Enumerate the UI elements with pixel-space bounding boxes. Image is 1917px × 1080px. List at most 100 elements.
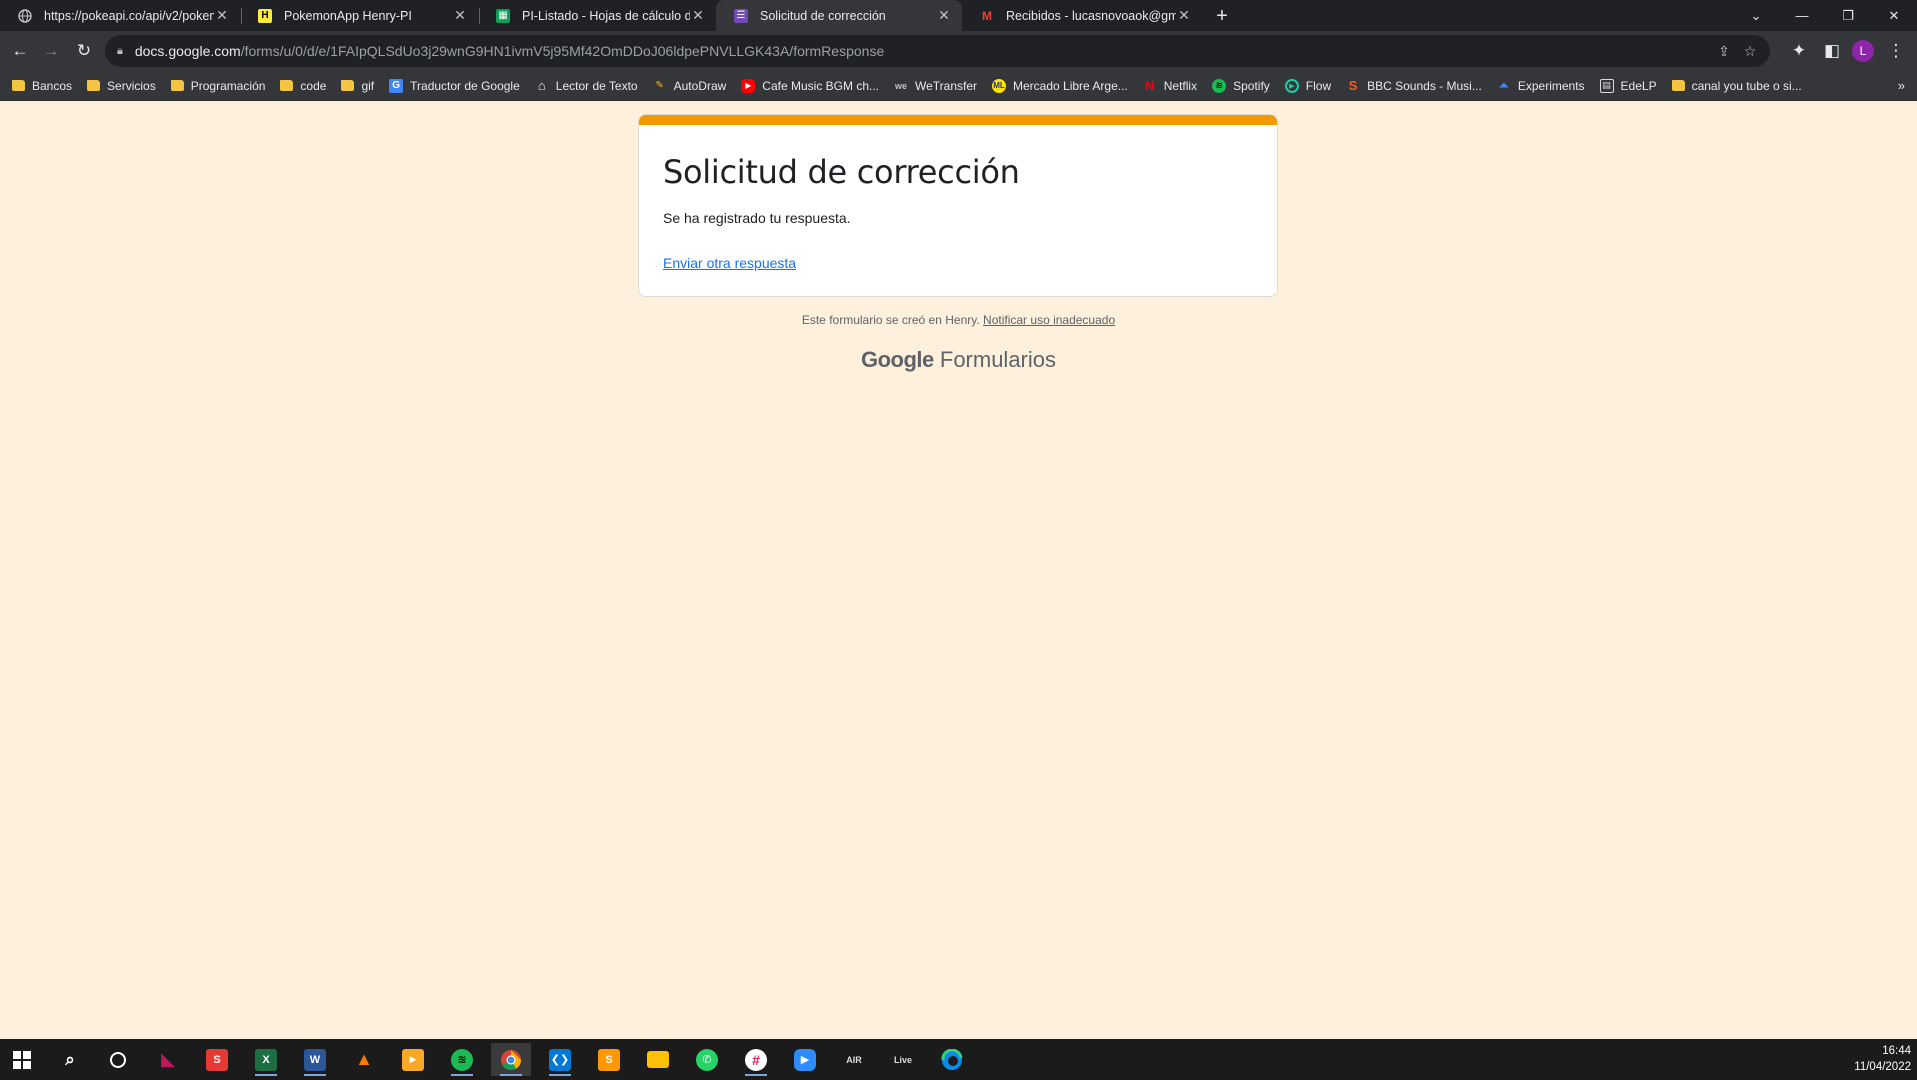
bookmark-label: gif bbox=[361, 78, 375, 93]
whatsapp-icon: ✆ bbox=[696, 1048, 718, 1071]
bookmark-bbc-sounds[interactable]: S BBC Sounds - Musi... bbox=[1346, 78, 1482, 93]
bookmark-lector[interactable]: ⌂ Lector de Texto bbox=[535, 78, 638, 93]
taskbar-word[interactable]: W bbox=[295, 1043, 335, 1076]
bookmark-wetransfer[interactable]: we WeTransfer bbox=[894, 79, 977, 93]
taskbar-app-s[interactable]: S bbox=[197, 1043, 237, 1076]
bookmark-label: WeTransfer bbox=[915, 78, 978, 93]
minimize-button[interactable]: — bbox=[1779, 0, 1825, 31]
running-indicator bbox=[549, 1074, 571, 1076]
forward-arrow-icon[interactable]: → bbox=[37, 37, 65, 65]
taskbar-slack[interactable]: # bbox=[736, 1043, 776, 1076]
taskbar-file-explorer[interactable] bbox=[638, 1043, 678, 1076]
globe-icon bbox=[18, 8, 32, 23]
taskbar-excel[interactable]: X bbox=[246, 1043, 286, 1076]
cortana-button[interactable] bbox=[98, 1043, 138, 1076]
home-icon: ⌂ bbox=[537, 78, 546, 93]
google-forms-logo[interactable]: Google Formularios bbox=[0, 347, 1917, 373]
taskbar-vlc[interactable]: ▲ bbox=[344, 1043, 384, 1076]
tab-gmail[interactable]: M Recibidos - lucasnovoaok@gmail ✕ bbox=[962, 0, 1202, 31]
edelp-icon: ▤ bbox=[1599, 78, 1614, 93]
vlc-icon: ▲ bbox=[355, 1049, 373, 1069]
bookmark-mercadolibre[interactable]: ML Mercado Libre Arge... bbox=[992, 78, 1128, 93]
bookmark-experiments[interactable]: ⏶ Experiments bbox=[1497, 78, 1585, 93]
gmail-icon: M bbox=[982, 8, 992, 23]
tab-pokemonapp[interactable]: H PokemonApp Henry-PI ✕ bbox=[240, 0, 478, 31]
share-icon[interactable]: ⇪ bbox=[1714, 41, 1734, 61]
chevron-right-icon[interactable]: » bbox=[1898, 78, 1905, 93]
bookmark-spotify[interactable]: ≋ Spotify bbox=[1212, 78, 1270, 93]
start-button[interactable] bbox=[2, 1043, 42, 1076]
tab-search-icon[interactable]: ⌄ bbox=[1733, 0, 1779, 31]
bookmark-label: Mercado Libre Arge... bbox=[1013, 78, 1128, 93]
taskbar-media-player[interactable]: ▶ bbox=[393, 1043, 433, 1076]
bookmark-programacion[interactable]: Programación bbox=[170, 78, 266, 93]
back-arrow-icon[interactable]: ← bbox=[6, 37, 34, 65]
report-abuse-link[interactable]: Notificar uso inadecuado bbox=[983, 313, 1115, 327]
new-tab-button[interactable]: + bbox=[1210, 4, 1234, 28]
bookmark-label: AutoDraw bbox=[673, 78, 727, 93]
bookmark-label: Lector de Texto bbox=[555, 78, 638, 93]
close-icon[interactable]: ✕ bbox=[214, 7, 230, 24]
bookmark-autodraw[interactable]: ✎ AutoDraw bbox=[653, 78, 727, 93]
bookmark-label: Bancos bbox=[32, 78, 73, 93]
taskbar-sublime[interactable]: S bbox=[589, 1043, 629, 1076]
spotify-icon: ≋ bbox=[1212, 78, 1227, 93]
close-icon[interactable]: ✕ bbox=[936, 7, 952, 24]
bookmark-bancos[interactable]: Bancos bbox=[12, 79, 72, 93]
app-red-icon: ◣ bbox=[161, 1049, 175, 1069]
close-icon[interactable]: ✕ bbox=[690, 7, 706, 24]
close-icon[interactable]: ✕ bbox=[452, 7, 468, 24]
bookmark-flow[interactable]: ▶ Flow bbox=[1284, 78, 1331, 93]
form-title: Solicitud de corrección bbox=[663, 153, 1020, 191]
tab-pokeapi[interactable]: https://pokeapi.co/api/v2/pokem ✕ bbox=[0, 0, 240, 31]
folder-icon bbox=[12, 80, 25, 91]
bookmark-label: Programación bbox=[190, 78, 266, 93]
forms-icon: ☰ bbox=[734, 8, 748, 23]
folder-icon bbox=[170, 80, 184, 91]
star-icon[interactable]: ☆ bbox=[1740, 41, 1760, 61]
bookmark-netflix[interactable]: N Netflix bbox=[1143, 78, 1197, 93]
bookmark-code[interactable]: code bbox=[280, 79, 326, 93]
confirmation-card: Solicitud de corrección Se ha registrado… bbox=[638, 114, 1278, 297]
avatar[interactable]: L bbox=[1852, 40, 1874, 62]
taskbar-spotify[interactable]: ≋ bbox=[442, 1043, 482, 1076]
submit-another-response-link[interactable]: Enviar otra respuesta bbox=[663, 255, 796, 271]
tab-title: PokemonApp Henry-PI bbox=[284, 8, 412, 23]
word-icon: W bbox=[304, 1048, 326, 1071]
taskbar-air[interactable]: AIR bbox=[834, 1043, 874, 1076]
restore-button[interactable]: ❐ bbox=[1825, 0, 1871, 31]
running-indicator bbox=[304, 1074, 326, 1076]
bookmark-label: Traductor de Google bbox=[410, 78, 520, 93]
taskbar-zoom[interactable]: ▶ bbox=[785, 1043, 825, 1076]
bookmark-traductor[interactable]: G Traductor de Google bbox=[389, 78, 520, 93]
autodraw-icon: ✎ bbox=[655, 80, 664, 91]
close-window-button[interactable]: ✕ bbox=[1871, 0, 1917, 31]
bookmark-gif[interactable]: gif bbox=[341, 79, 374, 93]
taskbar-live[interactable]: Live bbox=[883, 1043, 923, 1076]
netflix-icon: N bbox=[1145, 78, 1155, 93]
close-icon[interactable]: ✕ bbox=[1176, 7, 1192, 24]
tab-pi-listado[interactable]: ▦ PI-Listado - Hojas de cálculo de G ✕ bbox=[478, 0, 716, 31]
extensions-icon[interactable]: ✦ bbox=[1785, 37, 1813, 65]
search-button[interactable]: ⌕ bbox=[50, 1043, 90, 1076]
taskbar-chrome[interactable] bbox=[491, 1043, 531, 1076]
tab-solicitud[interactable]: ☰ Solicitud de corrección ✕ bbox=[716, 0, 962, 31]
taskbar-whatsapp[interactable]: ✆ bbox=[687, 1043, 727, 1076]
taskbar-vscode[interactable]: ❮❯ bbox=[540, 1043, 580, 1076]
bookmark-label: Experiments bbox=[1517, 78, 1585, 93]
address-bar[interactable]: 🔒︎ docs.google.com /forms/u/0/d/e/1FAIpQ… bbox=[105, 35, 1770, 67]
taskbar-app-red[interactable]: ◣ bbox=[148, 1043, 188, 1076]
translate-icon: G bbox=[389, 78, 404, 93]
folder-icon bbox=[1671, 80, 1685, 91]
reload-icon[interactable]: ↻ bbox=[70, 37, 98, 65]
taskbar-edge[interactable] bbox=[932, 1043, 972, 1076]
bookmark-cafe-music[interactable]: ▶ Cafe Music BGM ch... bbox=[741, 78, 879, 93]
menu-kebab-icon[interactable]: ⋮ bbox=[1882, 37, 1910, 65]
bookmark-servicios[interactable]: Servicios bbox=[87, 79, 156, 93]
bookmark-edelp[interactable]: ▤ EdeLP bbox=[1599, 78, 1657, 93]
system-clock[interactable]: 16:44 11/04/2022 bbox=[1854, 1043, 1911, 1075]
bookmark-canal-youtube[interactable]: canal you tube o si... bbox=[1671, 79, 1802, 93]
side-panel-icon[interactable]: ◧ bbox=[1818, 37, 1846, 65]
bookmark-label: Cafe Music BGM ch... bbox=[762, 78, 879, 93]
confirmation-message: Se ha registrado tu respuesta. bbox=[663, 210, 851, 226]
